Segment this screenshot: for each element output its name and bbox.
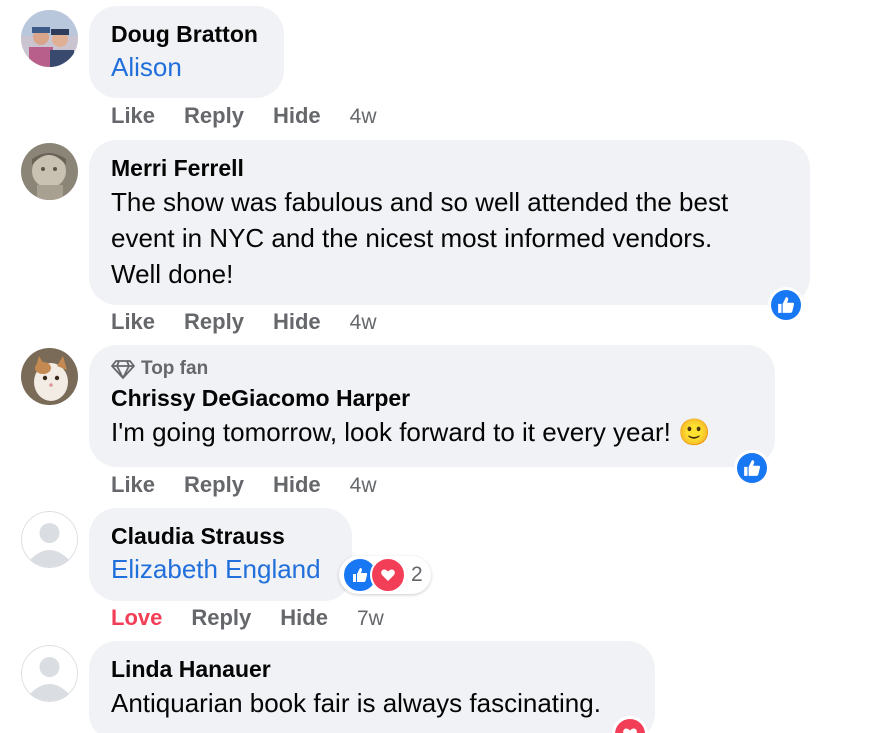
comment-bubble: Top fan Chrissy DeGiacomo Harper I'm goi…: [89, 345, 775, 467]
thumbs-up-icon: [744, 460, 761, 476]
top-fan-badge[interactable]: Top fan: [111, 357, 753, 381]
like-button[interactable]: Like: [111, 103, 155, 129]
love-reaction-icon: [370, 557, 406, 593]
reaction-count: 2: [411, 563, 423, 586]
comment-timestamp[interactable]: 4w: [350, 105, 377, 129]
hide-button[interactable]: Hide: [273, 309, 321, 335]
like-button[interactable]: Like: [111, 472, 155, 498]
reply-button[interactable]: Reply: [184, 472, 244, 498]
love-button[interactable]: Love: [111, 605, 162, 631]
comment-timestamp[interactable]: 4w: [350, 311, 377, 335]
diamond-icon: [111, 360, 135, 379]
hide-button[interactable]: Hide: [280, 605, 328, 631]
heart-icon: [623, 728, 637, 733]
thumbs-up-icon: [778, 297, 795, 313]
default-profile-icon: [21, 645, 78, 702]
hide-button[interactable]: Hide: [273, 103, 321, 129]
thumbs-up-icon: [353, 568, 368, 582]
avatar-linda-hanauer[interactable]: [21, 645, 78, 702]
comment-text: I'm going tomorrow, look forward to it e…: [111, 414, 753, 450]
smiley-emoji-icon: 🙂: [678, 417, 711, 447]
comment-text: Antiquarian book fair is always fascinat…: [111, 688, 601, 718]
heart-icon: [381, 569, 395, 581]
hide-button[interactable]: Hide: [273, 472, 321, 498]
comment-text-body: I'm going tomorrow, look forward to it e…: [111, 417, 671, 447]
comment-bubble: Claudia Strauss Elizabeth England: [89, 508, 352, 601]
comment-actions: Love Reply Hide 7w: [111, 605, 384, 631]
like-reaction-badge[interactable]: [734, 450, 770, 486]
default-profile-icon: [21, 511, 78, 568]
tagged-user-link[interactable]: Alison: [111, 50, 262, 84]
reply-button[interactable]: Reply: [184, 103, 244, 129]
comment-text: The show was fabulous and so well attend…: [111, 184, 788, 292]
comments-section: Doug Bratton Alison Like Reply Hide 4w M…: [0, 0, 877, 733]
like-button[interactable]: Like: [111, 309, 155, 335]
reactions-summary[interactable]: 2: [339, 556, 431, 594]
comment-actions: Like Reply Hide 4w: [111, 309, 377, 335]
like-reaction-badge[interactable]: [768, 287, 804, 323]
comment-bubble: Linda Hanauer Antiquarian book fair is a…: [89, 641, 655, 733]
reply-button[interactable]: Reply: [184, 309, 244, 335]
comment-author[interactable]: Linda Hanauer: [111, 655, 633, 683]
comment-bubble: Merri Ferrell The show was fabulous and …: [89, 140, 810, 305]
comment-bubble: Doug Bratton Alison: [89, 6, 284, 98]
top-fan-label: Top fan: [141, 358, 209, 379]
comment-timestamp[interactable]: 4w: [350, 474, 377, 498]
avatar-claudia-strauss[interactable]: [21, 511, 78, 568]
avatar-doug-bratton[interactable]: [21, 10, 78, 67]
avatar-merri-ferrell[interactable]: [21, 143, 78, 200]
comment-author[interactable]: Merri Ferrell: [111, 154, 788, 182]
reply-button[interactable]: Reply: [191, 605, 251, 631]
tagged-user-link[interactable]: Elizabeth England: [111, 552, 330, 586]
comment-author[interactable]: Doug Bratton: [111, 20, 262, 48]
comment-author[interactable]: Chrissy DeGiacomo Harper: [111, 384, 753, 412]
comment-actions: Like Reply Hide 4w: [111, 472, 377, 498]
comment-timestamp[interactable]: 7w: [357, 607, 384, 631]
comment-actions: Like Reply Hide 4w: [111, 103, 377, 129]
comment-text-line: The show was fabulous and so well attend…: [111, 187, 729, 217]
avatar-chrissy-degiacomo-harper[interactable]: [21, 348, 78, 405]
comment-text-line: event in NYC and the nicest most informe…: [111, 223, 713, 253]
comment-author[interactable]: Claudia Strauss: [111, 522, 330, 550]
comment-text-line: Well done!: [111, 259, 234, 289]
